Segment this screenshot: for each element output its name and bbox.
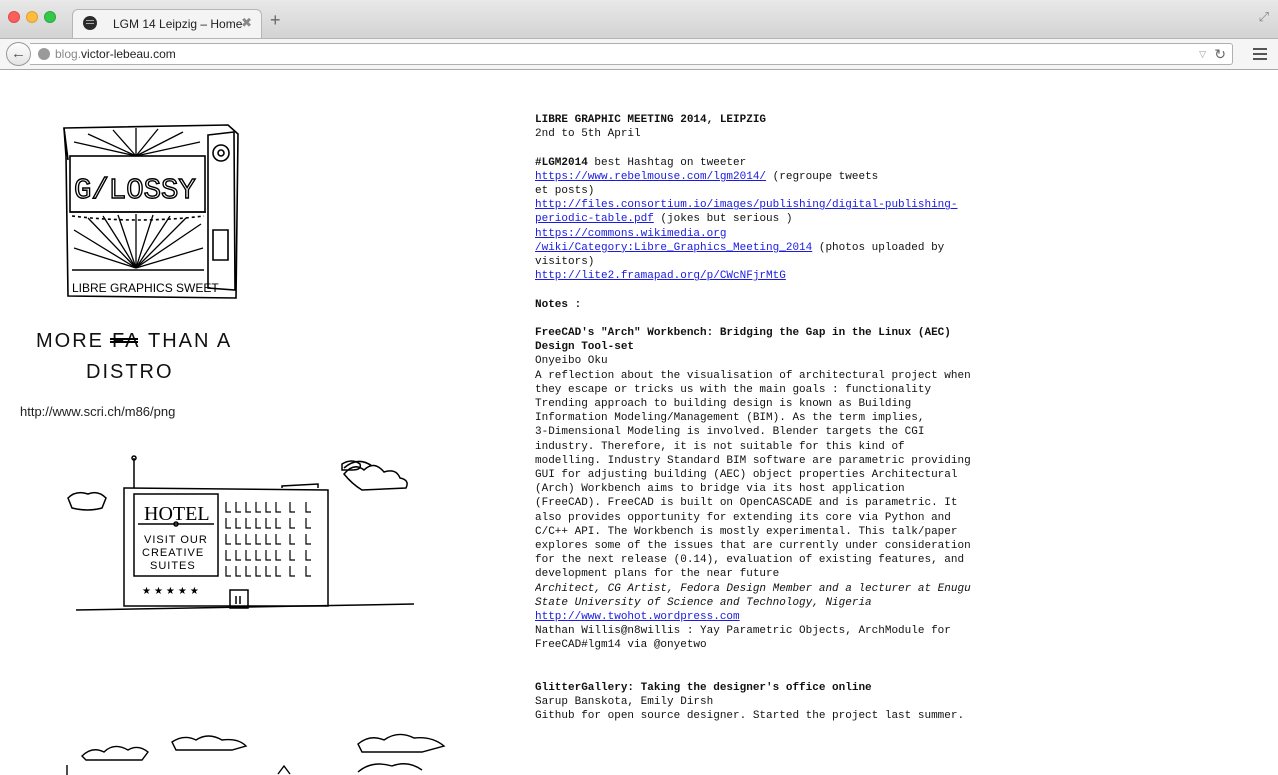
talk1-body-line: for the next release (0.14), evaluation … xyxy=(535,554,965,567)
talk1-body-line: Information Modeling/Management (BIM). A… xyxy=(535,412,925,425)
distro-more: MORE xyxy=(36,330,104,352)
image-source-url: http://www.scri.ch/m86/png xyxy=(20,404,176,419)
distro-word: DISTRO xyxy=(86,361,174,383)
wikimedia-link-cont[interactable]: /wiki/Category:Libre_Graphics_Meeting_20… xyxy=(535,242,812,254)
tab-title: LGM 14 Leipzig – Home xyxy=(113,17,243,31)
talk1-abstract: A reflection about the visualisation of … xyxy=(535,369,975,582)
glossy-caption: LIBRE GRAPHICS SWEET xyxy=(72,281,219,295)
talk1-speaker: Onyeibo Oku xyxy=(535,355,608,368)
minimize-window-button[interactable] xyxy=(26,11,38,23)
talk1-tweet-line2: FreeCAD#lgm14 via @onyetwo xyxy=(535,639,707,652)
talk1-bio-line1: Architect, CG Artist, Fedora Design Memb… xyxy=(535,582,971,595)
talk1-body-line: (FreeCAD). FreeCAD is built on OpenCASCA… xyxy=(535,497,958,510)
browser-tab[interactable]: LGM 14 Leipzig – Home ✖ xyxy=(72,9,262,39)
post-dates: 2nd to 5th April xyxy=(535,128,641,141)
hotel-stars: ★★★★★ xyxy=(142,586,202,597)
url-domain: victor-lebeau.com xyxy=(81,47,176,61)
site-favicon-icon xyxy=(83,16,97,30)
wikimedia-link[interactable]: https://commons.wikimedia.org xyxy=(535,228,726,240)
url-subdomain: blog. xyxy=(55,47,82,61)
periodic-table-link-cont[interactable]: periodic-table.pdf xyxy=(535,213,654,225)
blog-post: LIBRE GRAPHIC MEETING 2014, LEIPZIG 2nd … xyxy=(535,113,975,722)
url-text[interactable]: blog.victor-lebeau.com xyxy=(55,47,176,61)
talk1-bio-line2: State University of Science and Technolo… xyxy=(535,596,872,609)
fullscreen-icon[interactable]: ⤢ xyxy=(1259,9,1269,25)
talk2-speakers: Sarup Banskota, Emily Dirsh xyxy=(535,696,714,709)
talk1-title-line2: Design Tool-set xyxy=(535,341,635,354)
history-dropdown-icon[interactable]: ▽ xyxy=(1199,49,1206,60)
hashtag-text: best Hashtag on tweeter xyxy=(587,156,747,169)
talk2-title: GlitterGallery: Taking the designer's of… xyxy=(535,682,872,695)
bottom-sketch xyxy=(66,733,446,775)
talk1-body-line: C/C++ API. The Workbench is mostly exper… xyxy=(535,525,958,538)
window-titlebar: LGM 14 Leipzig – Home ✖ + ⤢ xyxy=(0,0,1278,39)
talk1-body-line: explores some of the issues that are cur… xyxy=(535,540,971,553)
hotel-tagline-2: CREATIVE xyxy=(142,547,204,559)
back-button[interactable]: ← xyxy=(6,42,31,66)
talk1-body-line: also provides opportunity for extending … xyxy=(535,511,951,524)
talk1-body-line: GUI for adjusting building (AEC) object … xyxy=(535,469,958,482)
twohot-link[interactable]: http://www.twohot.wordpress.com xyxy=(535,611,740,623)
hotel-tagline-1: VISIT OUR xyxy=(144,534,208,546)
talk1-body-line: modelling. Industry Standard BIM softwar… xyxy=(535,454,971,467)
reload-icon[interactable]: ↻ xyxy=(1214,46,1226,63)
new-tab-button[interactable]: + xyxy=(270,11,281,29)
periodic-table-link[interactable]: http://files.consortium.io/images/publis… xyxy=(535,199,957,211)
talk1-title-line1: FreeCAD's "Arch" Workbench: Bridging the… xyxy=(535,327,951,339)
menu-icon[interactable] xyxy=(1249,43,1271,65)
periodic-table-link-line1: http://files.consortium.io/images/publis… xyxy=(535,199,958,212)
talk2-body: Github for open source designer. Started… xyxy=(535,710,965,722)
talk1-body-line: industry. Therefore, it is not suitable … xyxy=(535,440,905,453)
post-title: LIBRE GRAPHIC MEETING 2014, LEIPZIG xyxy=(535,114,767,126)
wikimedia-link-line2: /wiki/Category:Libre_Graphics_Meeting_20… xyxy=(535,241,813,254)
maximize-window-button[interactable] xyxy=(44,11,56,23)
notes-heading: Notes : xyxy=(535,298,582,311)
talk1-tweet-line1: Nathan Willis@n8willis : Yay Parametric … xyxy=(535,625,951,638)
navigation-toolbar: blog.victor-lebeau.com ▽ ↻ ← xyxy=(0,38,1278,70)
address-bar[interactable]: blog.victor-lebeau.com ▽ ↻ xyxy=(30,43,1233,65)
more-than-a-distro-sketch: MORE FA THAN A DISTRO xyxy=(36,330,232,383)
rebelmouse-note: (regroupe tweets xyxy=(766,170,879,183)
periodic-table-link-line2: periodic-table.pdf xyxy=(535,213,654,226)
wikimedia-link-line1: https://commons.wikimedia.org xyxy=(535,227,727,240)
rebelmouse-note-2: et posts) xyxy=(535,185,595,197)
talk1-body-line: Trending approach to building design is … xyxy=(535,398,912,411)
talk1-body-line: 3-Dimensional Modeling is involved. Blen… xyxy=(535,426,925,439)
glossy-title: G/LOSSY xyxy=(74,174,196,207)
wikimedia-note: (photos uploaded by xyxy=(812,241,945,254)
tab-close-icon[interactable]: ✖ xyxy=(241,15,252,31)
rebelmouse-link[interactable]: https://www.rebelmouse.com/lgm2014/ xyxy=(535,171,766,183)
wikimedia-note-2: visitors) xyxy=(535,256,595,269)
hotel-sign: HOTEL xyxy=(144,503,210,525)
talk1-body-line: A reflection about the visualisation of … xyxy=(535,369,971,382)
talk1-body-line: they escape or tricks us with the main g… xyxy=(535,383,932,396)
distro-than-a: THAN A xyxy=(148,330,232,352)
talk1-body-line: development plans for the near future xyxy=(535,568,780,581)
periodic-table-note: (jokes but serious ) xyxy=(653,213,793,226)
hashtag: #LGM2014 xyxy=(535,156,588,169)
hotel-tagline-3: SUITES xyxy=(150,560,196,572)
talk1-body-line: (Arch) Workbench aims to bridge via its … xyxy=(535,483,905,496)
page-content: G/LOSSY LIBRE GRAPHICS SWEET MORE FA THA… xyxy=(0,70,1278,775)
close-window-button[interactable] xyxy=(8,11,20,23)
glossy-sketch: G/LOSSY LIBRE GRAPHICS SWEET xyxy=(63,124,239,299)
site-identity-icon[interactable] xyxy=(38,48,50,60)
hotel-sketch: HOTEL VISIT OUR CREATIVE SUITES ★★★★★ xyxy=(67,455,415,611)
framapad-link[interactable]: http://lite2.framapad.org/p/CWcNFjrMtG xyxy=(535,270,786,282)
